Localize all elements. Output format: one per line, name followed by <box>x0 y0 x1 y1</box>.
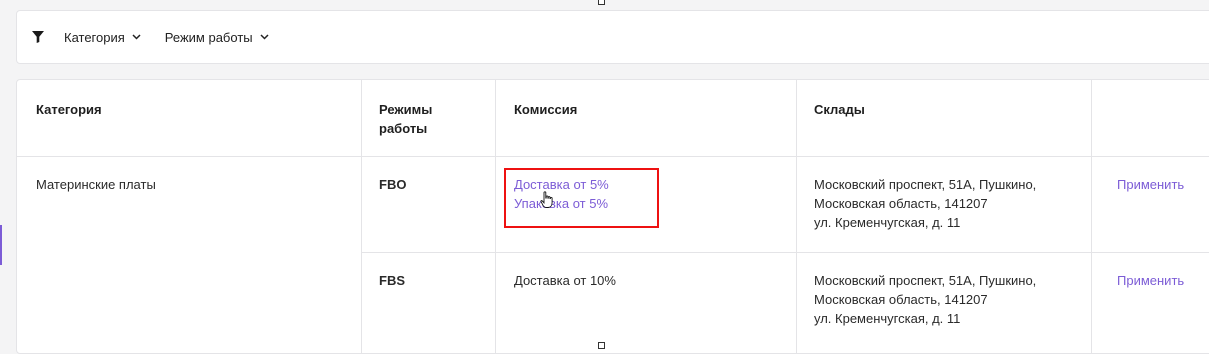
category-filter-dropdown[interactable]: Категория <box>64 30 141 45</box>
warehouse-line: Московская область, 141207 <box>814 292 988 307</box>
cell-warehouse: Московский проспект, 51А, Пушкино, Моско… <box>814 175 1036 232</box>
filter-bar: Категория Режим работы <box>16 10 1209 64</box>
column-divider <box>495 80 496 353</box>
chevron-down-icon <box>260 34 269 40</box>
header-commission: Комиссия <box>514 102 578 117</box>
warehouse-line: ул. Кременчугская, д. 11 <box>814 215 961 230</box>
header-modes: Режимы работы <box>379 100 432 138</box>
mode-filter-dropdown[interactable]: Режим работы <box>165 30 269 45</box>
chevron-down-icon <box>132 34 141 40</box>
column-divider <box>796 80 797 353</box>
warehouse-line: Московская область, 141207 <box>814 196 988 211</box>
cell-warehouse: Московский проспект, 51А, Пушкино, Моско… <box>814 271 1036 328</box>
warehouse-line: Московский проспект, 51А, Пушкино, <box>814 273 1037 288</box>
warehouse-line: Московский проспект, 51А, Пушкино, <box>814 177 1037 192</box>
hand-cursor-icon <box>540 191 554 214</box>
resize-handle-top[interactable] <box>598 0 605 5</box>
resize-handle-bottom[interactable] <box>598 342 605 349</box>
cell-mode: FBO <box>379 177 407 192</box>
header-modes-line2: работы <box>379 121 428 136</box>
funnel-icon <box>32 30 46 44</box>
cell-category: Материнские платы <box>36 177 156 192</box>
header-category: Категория <box>36 102 102 117</box>
cell-mode: FBS <box>379 273 405 288</box>
left-accent-bar <box>0 225 2 265</box>
row-divider <box>17 156 1209 157</box>
highlight-box <box>504 168 659 228</box>
mode-filter-label: Режим работы <box>164 29 253 45</box>
row-divider <box>361 252 1209 253</box>
header-warehouses: Склады <box>814 102 865 117</box>
cell-commission: Доставка от 10% <box>514 273 616 288</box>
column-divider <box>1091 80 1092 353</box>
commission-table: Категория Режимы работы Комиссия Склады … <box>16 79 1209 354</box>
warehouse-line: ул. Кременчугская, д. 11 <box>814 311 961 326</box>
header-modes-line1: Режимы <box>379 102 433 117</box>
apply-button[interactable]: Применить <box>1117 175 1184 194</box>
apply-button[interactable]: Применить <box>1117 271 1184 290</box>
category-filter-label: Категория <box>64 29 125 45</box>
column-divider <box>361 80 362 353</box>
